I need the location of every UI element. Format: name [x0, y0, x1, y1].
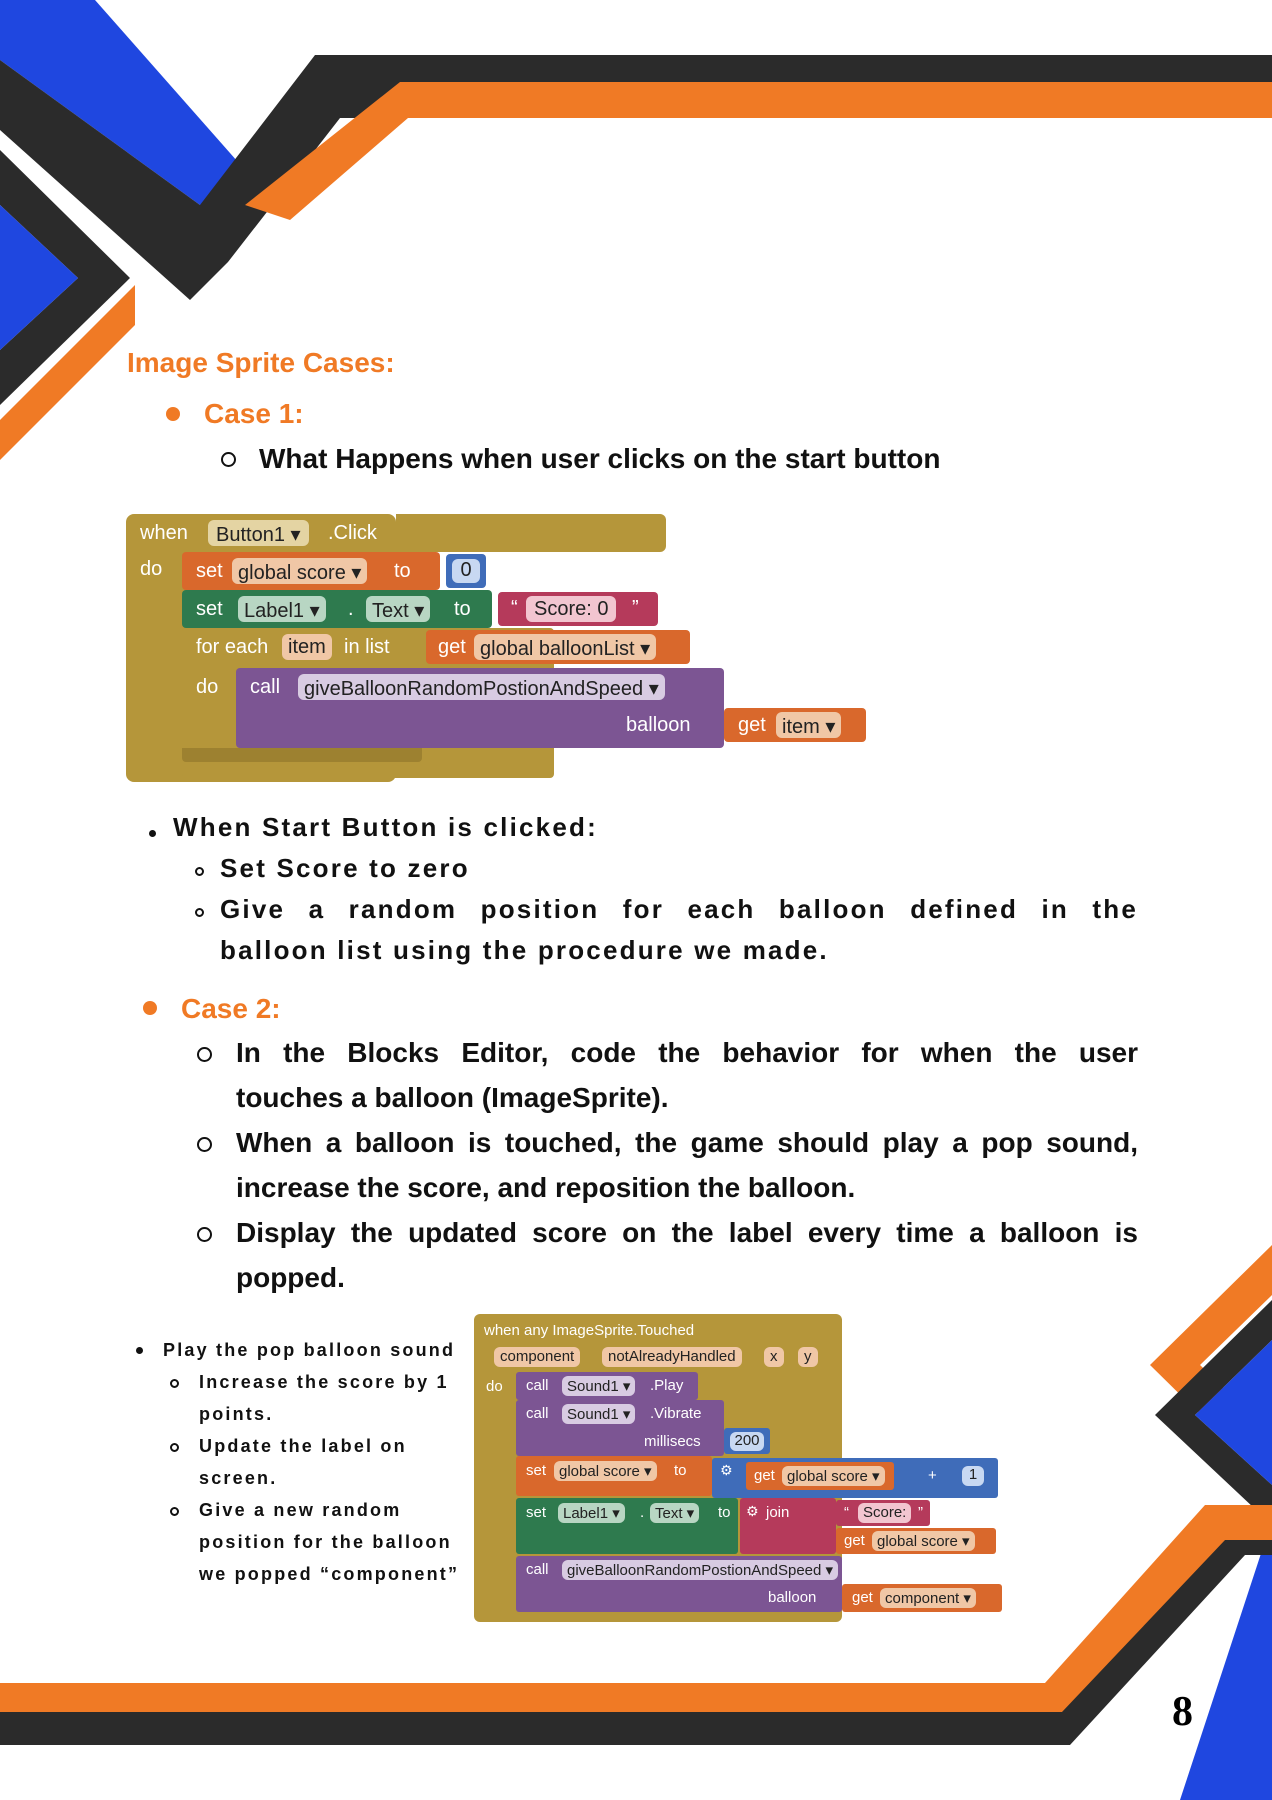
gear-icon: ⚙ [720, 1462, 733, 1478]
page-number: 8 [1172, 1689, 1193, 1735]
case2-item-bullet [197, 1227, 212, 1242]
summary-item-score: Set Score to zero [220, 853, 470, 883]
case2-item-2-cont: increase the score, and reposition the b… [236, 1172, 856, 1203]
summary-sub-bullet [195, 908, 204, 917]
summary-item-position-cont: balloon list using the procedure we made… [220, 935, 829, 965]
notes-sub-1: Increase the score by 1 [199, 1372, 449, 1392]
set-label-block [182, 590, 492, 628]
summary-item-position: Give a random position for each balloon … [220, 894, 1138, 924]
set-label-block [516, 1498, 738, 1554]
notes-main: Play the pop balloon sound [163, 1340, 456, 1360]
notes-sub-3-cont2: we popped “component” [199, 1564, 460, 1584]
case2-label: Case 2: [181, 993, 281, 1024]
top-orange-stripe [245, 82, 1272, 220]
case2-item-3: Display the updated score on the label e… [236, 1217, 1138, 1248]
summary-bullet [149, 830, 156, 837]
case1-item: What Happens when user clicks on the sta… [259, 443, 941, 474]
case2-item-1-cont: touches a balloon (ImageSprite). [236, 1082, 669, 1113]
case1-label: Case 1: [204, 398, 304, 429]
notes-sub-2-cont: screen. [199, 1468, 278, 1488]
notes-sub-2: Update the label on [199, 1436, 407, 1456]
notes-bullet [136, 1347, 143, 1354]
component-dropdown: Button1 ▾ [208, 520, 309, 546]
section-heading: Image Sprite Cases: [127, 347, 395, 378]
notes-sub-3: Give a new random [199, 1500, 402, 1520]
case2-blocks-image: when any ImageSprite.Touched component n… [474, 1314, 1034, 1622]
summary-title: When Start Button is clicked: [173, 812, 598, 842]
case2-item-bullet [197, 1047, 212, 1062]
case1-bullet [166, 407, 180, 421]
case2-item-2: When a balloon is touched, the game shou… [236, 1127, 1138, 1158]
notes-sub-bullet [170, 1507, 179, 1516]
notes-sub-bullet [170, 1379, 179, 1388]
gear-icon: ⚙ [746, 1503, 759, 1519]
case2-item-bullet [197, 1137, 212, 1152]
case1-blocks-image: when Button1 ▾ .Click do set global scor… [126, 514, 866, 782]
notes-sub-1-cont: points. [199, 1404, 274, 1424]
summary-sub-bullet [195, 867, 204, 876]
notes-sub-3-cont: position for the balloon [199, 1532, 452, 1552]
case1-item-bullet [221, 452, 236, 467]
notes-sub-bullet [170, 1443, 179, 1452]
case2-bullet [143, 1001, 157, 1015]
case2-item-3-cont: popped. [236, 1262, 345, 1293]
case2-item-1: In the Blocks Editor, code the behavior … [236, 1037, 1138, 1068]
